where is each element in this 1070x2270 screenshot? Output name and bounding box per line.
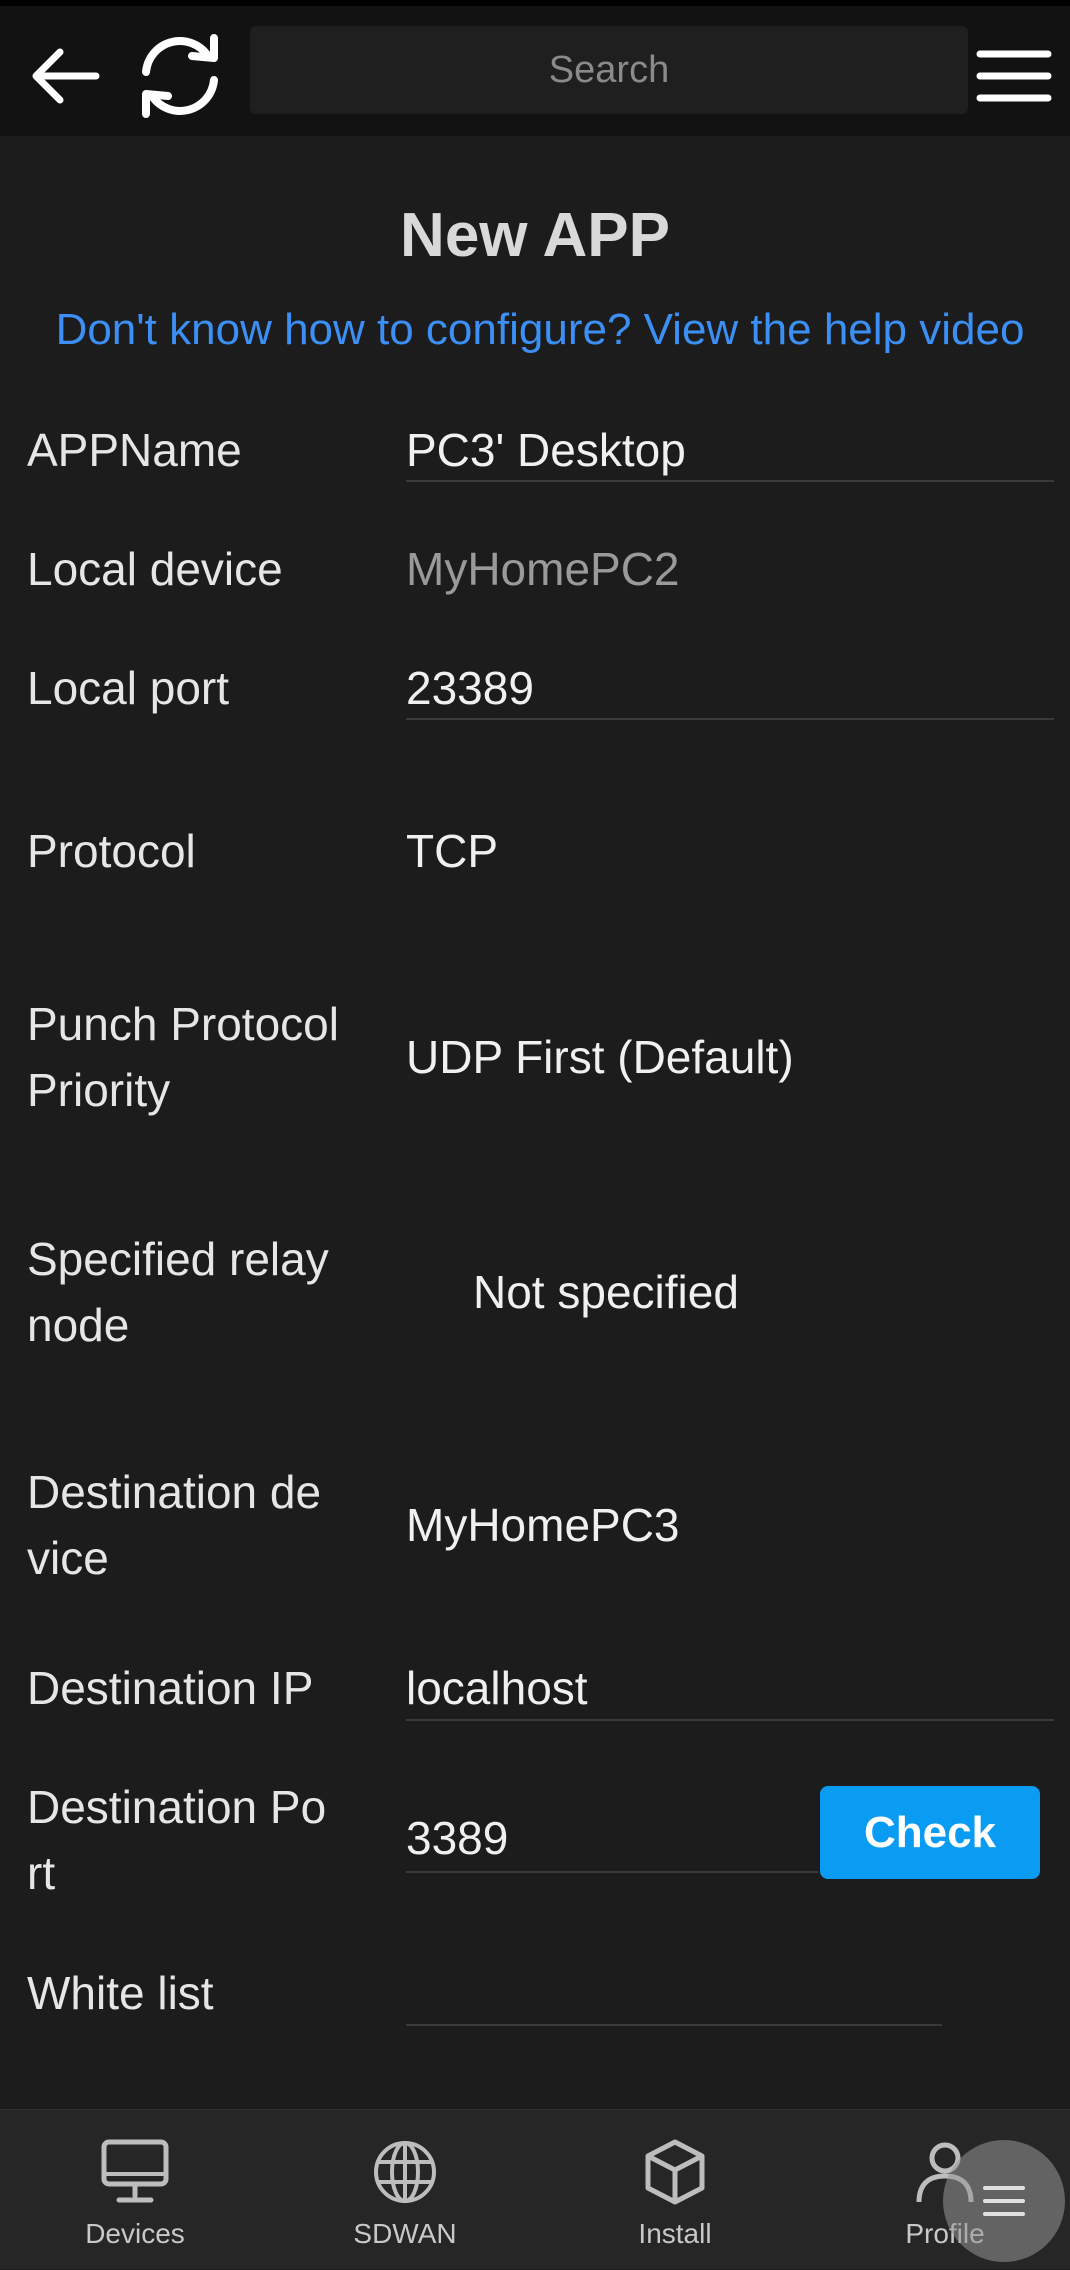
help-video-link[interactable]: Don't know how to configure? View the he… — [0, 305, 1070, 355]
search-input[interactable]: Search — [250, 26, 968, 114]
app-name-label: APPName — [27, 424, 242, 476]
hamburger-menu-icon — [976, 50, 1052, 102]
destination-port-underline — [406, 1871, 818, 1873]
destination-device-label: Destination de vice — [27, 1466, 322, 1584]
box-icon — [645, 2139, 705, 2205]
punch-priority-select[interactable]: UDP First (Default) — [406, 1024, 794, 1090]
local-port-input[interactable]: 23389 — [406, 655, 534, 721]
white-list-underline — [406, 2024, 942, 2026]
local-port-label: Local port — [27, 662, 230, 714]
destination-ip-input[interactable]: localhost — [406, 1655, 588, 1721]
protocol-label: Protocol — [27, 825, 196, 877]
top-bar: Search — [0, 6, 1070, 136]
nav-label-install: Install — [638, 2218, 712, 2249]
relay-node-label: Specified relay node — [27, 1233, 329, 1351]
globe-icon — [374, 2141, 436, 2203]
nav-label-sdwan: SDWAN — [353, 2218, 457, 2249]
destination-device-select[interactable]: MyHomePC3 — [406, 1492, 680, 1558]
refresh-button[interactable] — [132, 28, 228, 124]
refresh-icon — [142, 34, 218, 118]
bottom-nav: Devices SDWAN Install Profile — [0, 2109, 1070, 2269]
app-name-input[interactable]: PC3' Desktop — [406, 417, 686, 483]
local-port-underline — [406, 718, 1054, 720]
monitor-icon — [101, 2139, 169, 2203]
search-placeholder: Search — [548, 48, 670, 91]
floating-menu-icon — [983, 2186, 1025, 2216]
white-list-input[interactable] — [406, 1960, 942, 2026]
destination-ip-label: Destination IP — [27, 1662, 314, 1714]
white-list-label: White list — [27, 1967, 214, 2019]
destination-port-label: Destination Po rt — [27, 1781, 327, 1899]
check-button[interactable]: Check — [820, 1786, 1040, 1879]
local-device-value: MyHomePC2 — [406, 543, 680, 595]
punch-priority-label: Punch Protocol Priority — [27, 998, 339, 1116]
destination-ip-underline — [406, 1719, 1054, 1721]
menu-button[interactable] — [972, 38, 1056, 114]
protocol-select[interactable]: TCP — [406, 818, 498, 884]
nav-item-install[interactable]: Install — [565, 2110, 785, 2270]
destination-port-input[interactable]: 3389 — [406, 1805, 508, 1871]
floating-menu-button[interactable] — [943, 2140, 1065, 2262]
nav-label-devices: Devices — [85, 2218, 185, 2249]
local-device-label: Local device — [27, 543, 283, 595]
nav-item-devices[interactable]: Devices — [25, 2110, 245, 2270]
back-button[interactable] — [24, 36, 104, 116]
relay-node-select[interactable]: Not specified — [473, 1259, 739, 1325]
nav-item-sdwan[interactable]: SDWAN — [295, 2110, 515, 2270]
back-arrow-icon — [32, 48, 100, 104]
page-title: New APP — [400, 201, 670, 270]
app-name-underline — [406, 480, 1054, 482]
